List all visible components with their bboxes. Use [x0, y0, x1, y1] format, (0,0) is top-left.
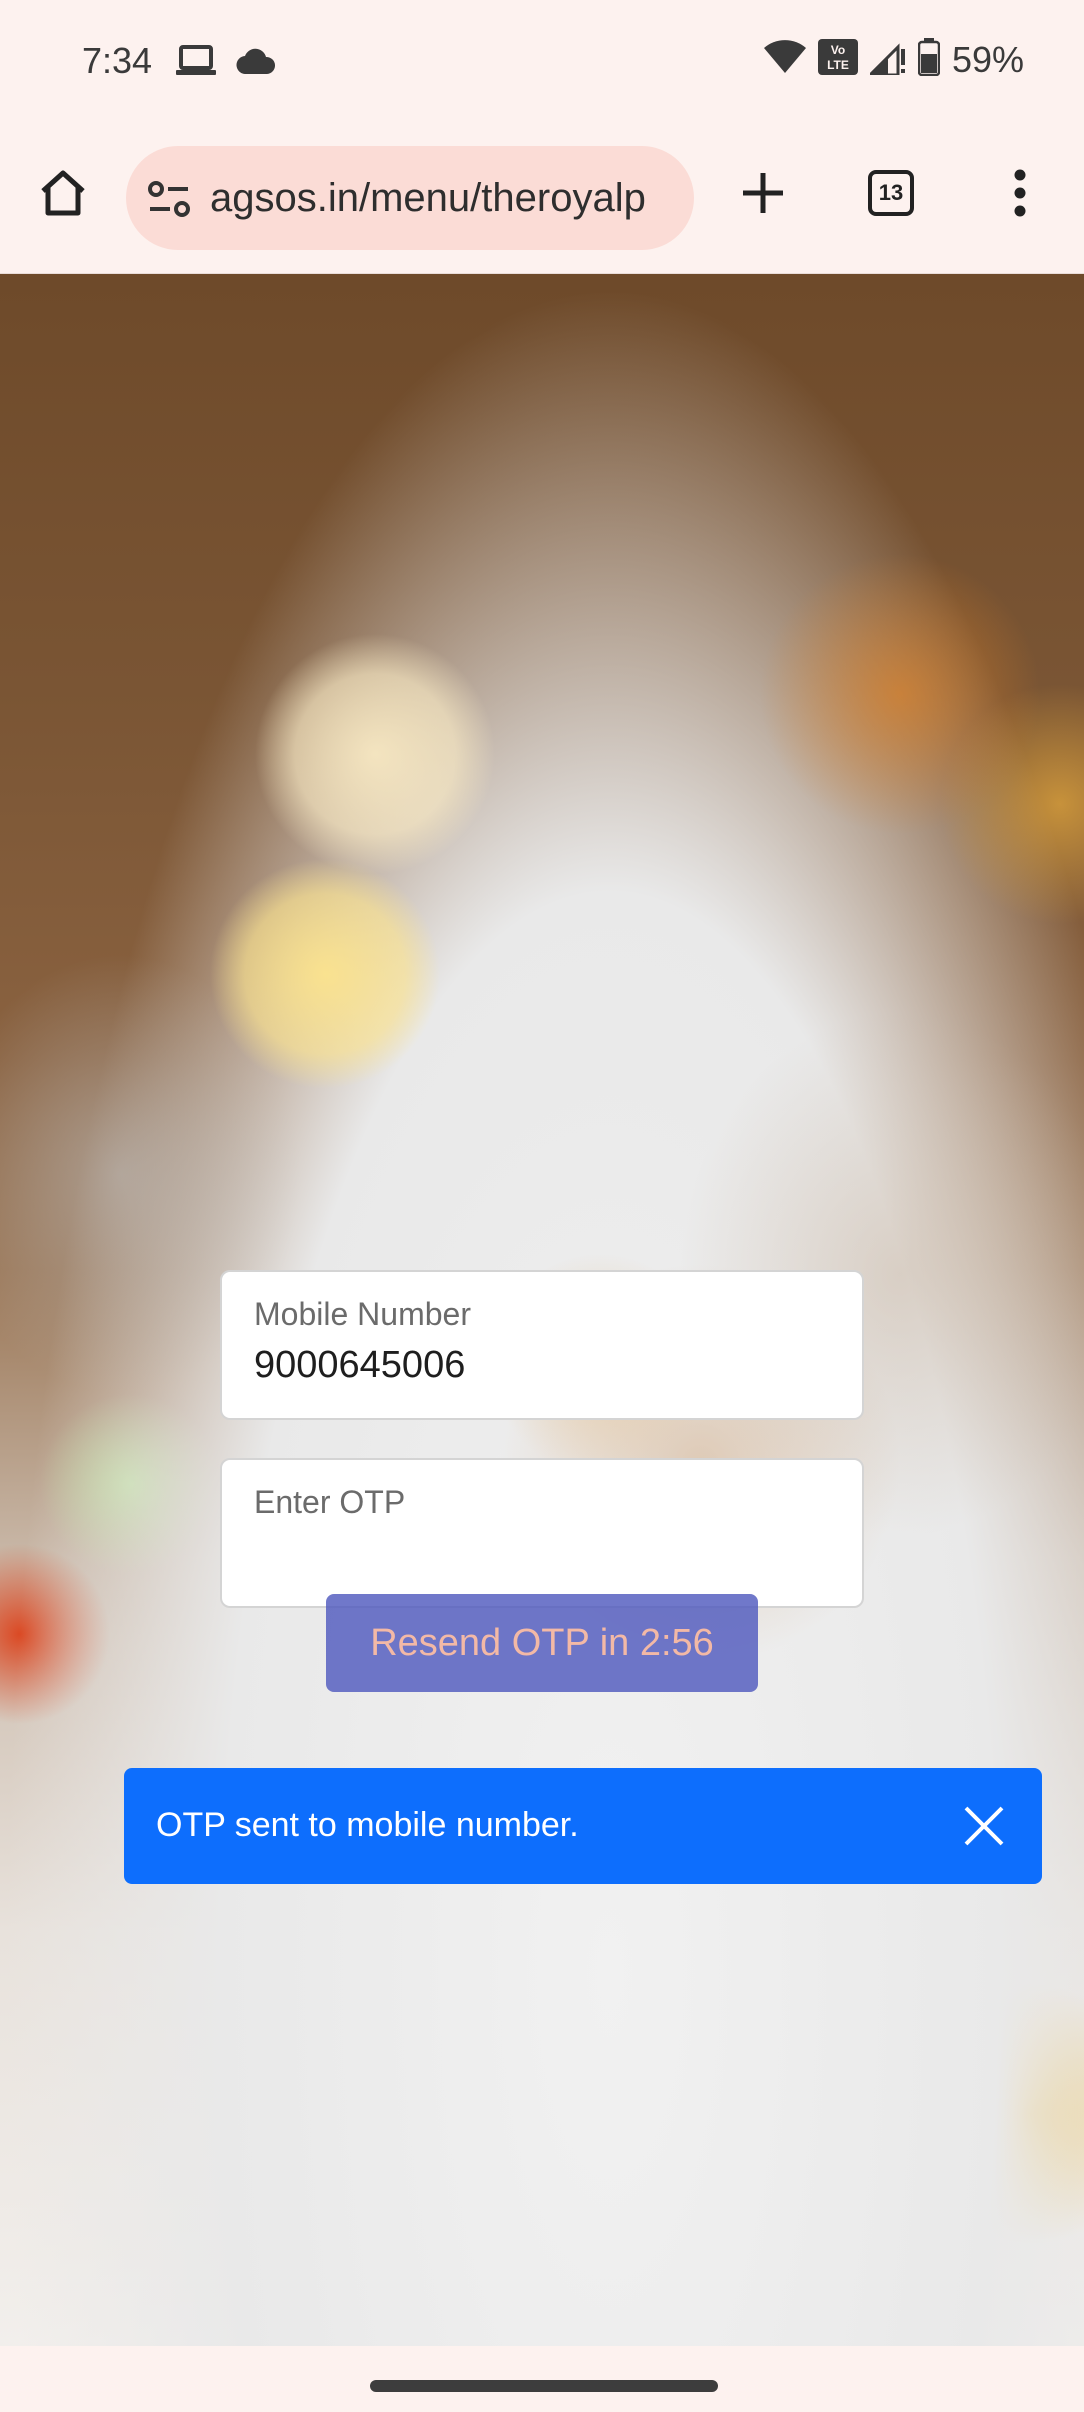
browser-toolbar: agsos.in/menu/theroyalp 13	[0, 126, 1084, 275]
more-menu-button[interactable]	[1000, 160, 1040, 226]
mobile-number-label: Mobile Number	[254, 1296, 471, 1332]
svg-text:LTE: LTE	[827, 58, 849, 72]
address-bar[interactable]: agsos.in/menu/theroyalp	[126, 146, 694, 250]
laptop-icon	[176, 44, 216, 81]
navigation-bar	[0, 2346, 1084, 2412]
new-tab-button[interactable]	[730, 160, 796, 226]
close-icon[interactable]	[960, 1802, 1008, 1850]
battery-icon	[917, 38, 941, 81]
otp-field[interactable]: Enter OTP	[220, 1458, 864, 1608]
plus-icon	[743, 173, 783, 213]
page-content: Mobile Number 9000645006 Enter OTP	[0, 274, 1084, 2346]
volte-icon: Vo LTE	[817, 39, 858, 80]
status-bar: 7:34 Vo LTE 59%	[0, 0, 1084, 126]
cloud-icon	[236, 48, 276, 79]
resend-otp-button[interactable]: Resend OTP in 2:56	[326, 1594, 758, 1692]
tab-switcher-button[interactable]: 13	[868, 170, 914, 216]
resend-otp-label: Resend OTP in 2:56	[370, 1621, 714, 1664]
tune-icon[interactable]	[146, 176, 192, 222]
tab-count: 13	[878, 180, 904, 205]
status-icons: Vo LTE 59%	[763, 38, 1024, 81]
home-icon	[41, 170, 85, 216]
signal-icon	[866, 39, 906, 80]
wifi-icon	[763, 40, 806, 79]
otp-label: Enter OTP	[254, 1484, 406, 1520]
mobile-number-value: 9000645006	[254, 1344, 466, 1386]
battery-percent: 59%	[951, 38, 1024, 80]
status-time: 7:34	[82, 40, 153, 81]
mobile-number-field[interactable]: Mobile Number 9000645006	[220, 1270, 864, 1420]
home-button[interactable]	[30, 160, 96, 226]
url-text: agsos.in/menu/theroyalp	[210, 176, 646, 220]
gesture-handle[interactable]	[370, 2380, 718, 2392]
more-vert-icon	[1014, 169, 1026, 217]
toast-message: OTP sent to mobile number.	[156, 1806, 579, 1844]
toast-notification: OTP sent to mobile number.	[124, 1768, 1042, 1884]
svg-text:Vo: Vo	[831, 43, 845, 57]
